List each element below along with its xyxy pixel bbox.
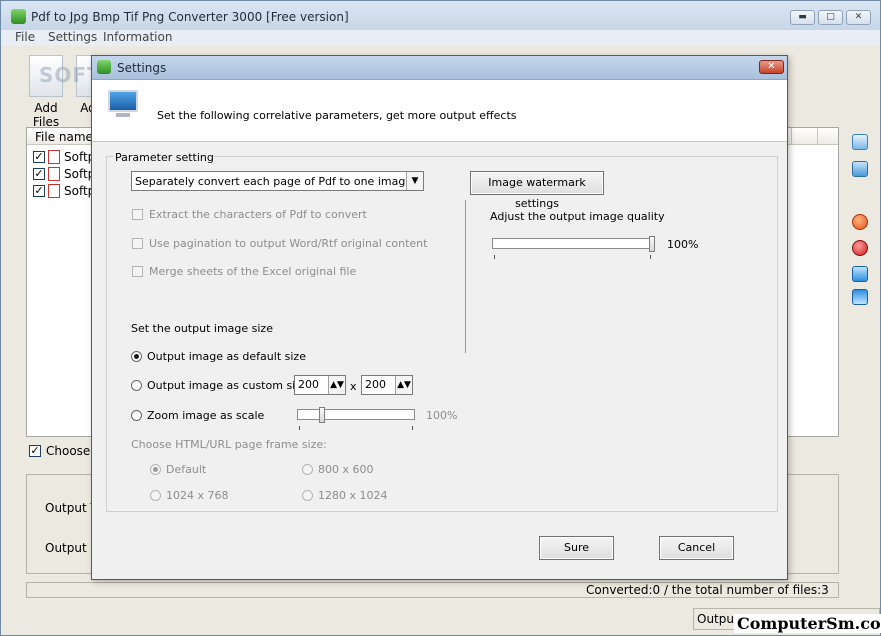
custom-size-radio[interactable] bbox=[131, 380, 142, 391]
frame-800-label: 800 x 600 bbox=[318, 463, 374, 476]
slider-tick bbox=[412, 426, 413, 430]
html-frame-title: Choose HTML/URL page frame size: bbox=[131, 438, 327, 451]
delete-icon[interactable] bbox=[852, 240, 868, 256]
add-folder-icon[interactable] bbox=[852, 161, 868, 177]
quality-title: Adjust the output image quality bbox=[490, 210, 665, 223]
menu-bar: File Settings Information bbox=[1, 30, 880, 46]
column-separator bbox=[791, 128, 792, 145]
remove-icon[interactable] bbox=[852, 214, 868, 230]
pagination-label: Use pagination to output Word/Rtf origin… bbox=[149, 237, 428, 250]
dialog-close-button[interactable]: ✕ bbox=[759, 60, 784, 74]
app-icon bbox=[97, 60, 111, 74]
zoom-scale-radio[interactable] bbox=[131, 410, 142, 421]
zoom-slider-thumb[interactable] bbox=[319, 407, 325, 423]
dialog-title-bar: Settings ✕ bbox=[92, 56, 787, 80]
quality-slider-thumb[interactable] bbox=[649, 236, 655, 252]
dialog-description: Set the following correlative parameters… bbox=[157, 109, 517, 122]
pdf-file-icon bbox=[48, 167, 60, 181]
move-down-icon[interactable] bbox=[852, 289, 868, 305]
frame-1280-label: 1280 x 1024 bbox=[318, 489, 388, 502]
dialog-header: Set the following correlative parameters… bbox=[92, 80, 787, 142]
move-up-icon[interactable] bbox=[852, 266, 868, 282]
custom-size-option[interactable]: Output image as custom size bbox=[131, 379, 308, 392]
custom-width-input[interactable]: 200 ▲▼ bbox=[294, 375, 346, 395]
file-name-column-header[interactable]: File name bbox=[35, 130, 93, 144]
pagination-option: Use pagination to output Word/Rtf origin… bbox=[132, 237, 427, 250]
maximize-button[interactable]: □ bbox=[818, 10, 843, 25]
frame-1024-radio bbox=[150, 490, 161, 501]
pdf-file-icon bbox=[48, 184, 60, 198]
custom-size-label: Output image as custom size bbox=[147, 379, 308, 392]
quality-value: 100% bbox=[667, 238, 699, 251]
frame-1280-radio bbox=[302, 490, 313, 501]
frame-default-radio bbox=[150, 464, 161, 475]
slider-tick bbox=[299, 426, 300, 430]
merge-sheets-checkbox bbox=[132, 266, 143, 277]
zoom-scale-option[interactable]: Zoom image as scale bbox=[131, 409, 264, 422]
close-button[interactable]: ✕ bbox=[846, 10, 871, 25]
spinner-arrows-icon[interactable]: ▲▼ bbox=[328, 376, 345, 394]
image-watermark-settings-button[interactable]: Image watermark settings bbox=[470, 171, 604, 210]
section-separator bbox=[465, 200, 466, 353]
site-watermark: ComputerSm.com bbox=[734, 614, 881, 633]
frame-800-option: 800 x 600 bbox=[302, 463, 374, 476]
dialog-title: Settings bbox=[117, 61, 167, 75]
custom-width-value: 200 bbox=[298, 378, 319, 391]
chevron-down-icon[interactable]: ▼ bbox=[406, 172, 423, 190]
merge-sheets-option: Merge sheets of the Excel original file bbox=[132, 265, 356, 278]
frame-1024-option: 1024 x 768 bbox=[150, 489, 229, 502]
frame-default-label: Default bbox=[166, 463, 207, 476]
cancel-button[interactable]: Cancel bbox=[659, 536, 734, 560]
default-size-option[interactable]: Output image as default size bbox=[131, 350, 306, 363]
custom-height-input[interactable]: 200 ▲▼ bbox=[361, 375, 413, 395]
slider-tick bbox=[494, 255, 495, 259]
convert-mode-value: Separately convert each page of Pdf to o… bbox=[135, 175, 413, 188]
file-checkbox[interactable]: ✓ bbox=[33, 168, 45, 180]
zoom-slider-track bbox=[297, 409, 415, 420]
choose-checkbox[interactable]: ✓ bbox=[29, 445, 41, 457]
monitor-icon bbox=[108, 90, 138, 112]
convert-mode-select[interactable]: Separately convert each page of Pdf to o… bbox=[131, 171, 424, 191]
extract-characters-label: Extract the characters of Pdf to convert bbox=[149, 208, 367, 221]
custom-height-value: 200 bbox=[365, 378, 386, 391]
quality-slider-track bbox=[492, 238, 655, 249]
size-separator: x bbox=[350, 380, 357, 393]
zoom-percent: 100% bbox=[426, 409, 458, 422]
image-size-title: Set the output image size bbox=[131, 322, 273, 335]
default-size-radio[interactable] bbox=[131, 351, 142, 362]
frame-1280-option: 1280 x 1024 bbox=[302, 489, 388, 502]
frame-default-option: Default bbox=[150, 463, 206, 476]
zoom-scale-label: Zoom image as scale bbox=[147, 409, 265, 422]
extract-characters-checkbox bbox=[132, 209, 143, 220]
file-checkbox[interactable]: ✓ bbox=[33, 185, 45, 197]
menu-file[interactable]: File bbox=[15, 30, 35, 44]
extract-characters-option: Extract the characters of Pdf to convert bbox=[132, 208, 367, 221]
pdf-file-icon bbox=[48, 150, 60, 164]
file-checkbox[interactable]: ✓ bbox=[33, 151, 45, 163]
monitor-stand bbox=[116, 113, 130, 117]
minimize-button[interactable]: ▬ bbox=[790, 10, 815, 25]
pagination-checkbox bbox=[132, 238, 143, 249]
main-window-title: Pdf to Jpg Bmp Tif Png Converter 3000 [F… bbox=[31, 10, 349, 24]
zoom-slider[interactable] bbox=[297, 407, 415, 431]
slider-tick bbox=[650, 255, 651, 259]
add-files-label: Add Files bbox=[32, 101, 60, 129]
menu-settings[interactable]: Settings bbox=[48, 30, 97, 44]
default-size-label: Output image as default size bbox=[147, 350, 306, 363]
app-icon bbox=[11, 9, 26, 24]
quality-slider[interactable] bbox=[492, 236, 655, 260]
menu-information[interactable]: Information bbox=[103, 30, 172, 44]
main-title-bar: Pdf to Jpg Bmp Tif Png Converter 3000 [F… bbox=[1, 1, 880, 31]
converted-status: Converted:0 / the total number of files:… bbox=[586, 583, 829, 597]
list-icon[interactable] bbox=[852, 134, 868, 150]
frame-800-radio bbox=[302, 464, 313, 475]
frame-1024-label: 1024 x 768 bbox=[166, 489, 229, 502]
parameter-setting-label: Parameter setting bbox=[114, 151, 215, 164]
ok-button[interactable]: Sure bbox=[539, 536, 614, 560]
column-separator bbox=[817, 128, 818, 145]
spinner-arrows-icon[interactable]: ▲▼ bbox=[395, 376, 412, 394]
merge-sheets-label: Merge sheets of the Excel original file bbox=[149, 265, 357, 278]
